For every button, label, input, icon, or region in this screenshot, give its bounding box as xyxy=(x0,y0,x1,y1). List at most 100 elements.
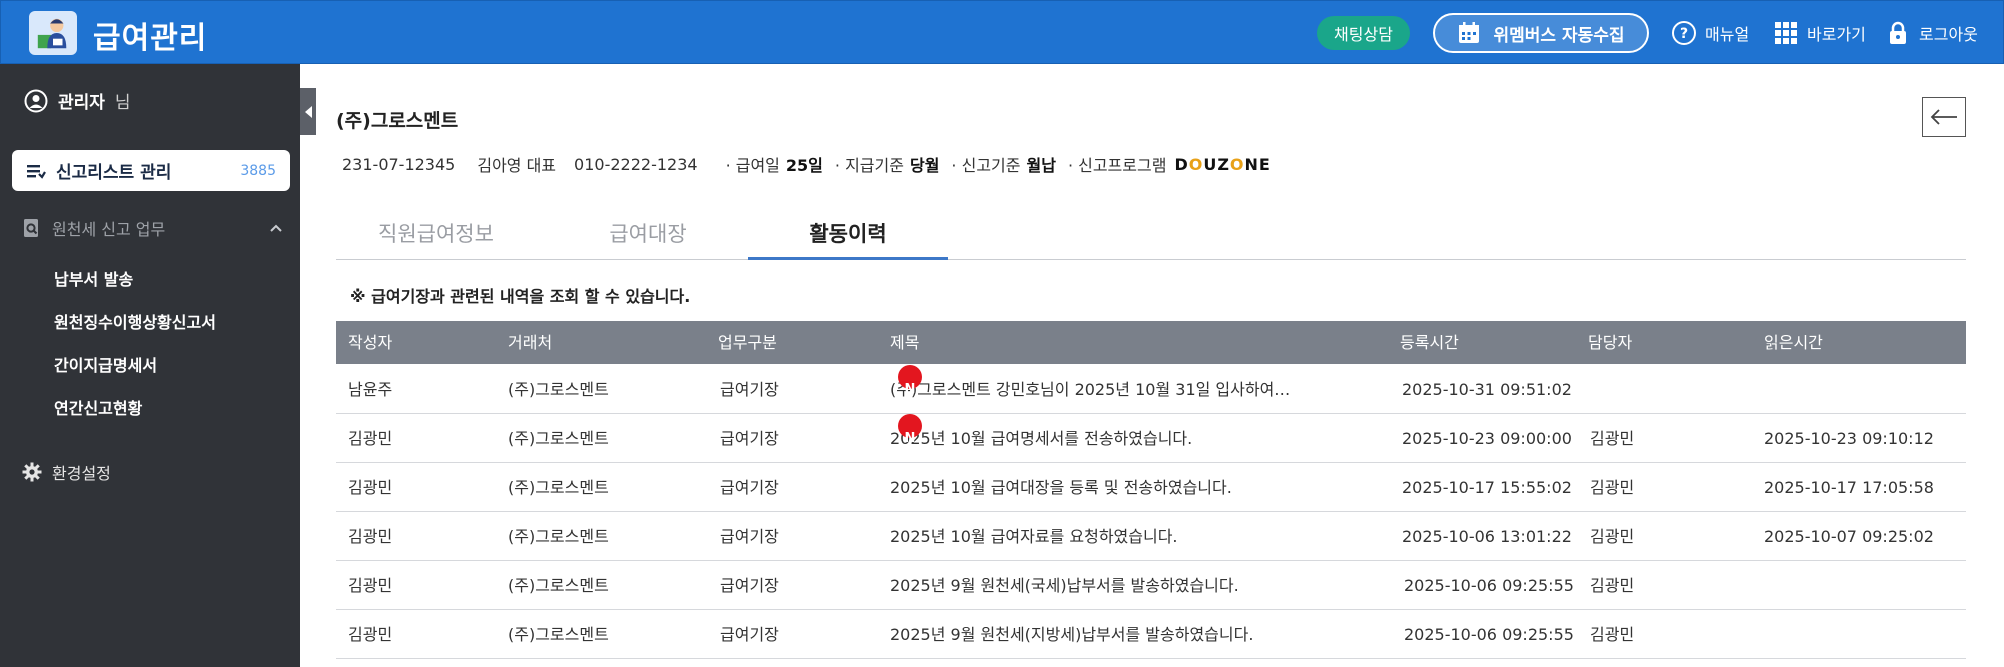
app-title: 급여관리 xyxy=(93,21,208,56)
cell-read: 2025-10-23 09:10:12 xyxy=(1764,429,1934,448)
gear-icon xyxy=(22,462,42,482)
cell-read: 2025-10-17 17:05:58 xyxy=(1764,478,1934,497)
table-row[interactable]: 김광민 (주)그로스멘트 급여기장 2025년 10월 급여자료를 요청하였습니… xyxy=(336,512,1966,561)
sidebar-section-withholding[interactable]: 원천세 신고 업무 xyxy=(22,215,284,241)
sidebar-item-simple-statement[interactable]: 간이지급명세서 xyxy=(54,352,157,376)
cell-client: (주)그로스멘트 xyxy=(508,429,609,448)
sidebar-item-settings[interactable]: 환경설정 xyxy=(22,460,111,484)
table-row[interactable]: 김광민 (주)그로스멘트 급여기장 2025년 9월 원천세(국세)납부서를 발… xyxy=(336,561,1966,610)
shortcut-link[interactable]: 바로가기 xyxy=(1773,19,1866,47)
sidebar-item-report-list[interactable]: 신고리스트 관리 3885 xyxy=(12,150,290,191)
cell-writer: 김광민 xyxy=(348,429,393,448)
sidebar-section-label: 원천세 신고 업무 xyxy=(52,220,166,239)
cell-type: 급여기장 xyxy=(720,478,779,497)
grid-icon xyxy=(1775,22,1797,44)
settings-label: 환경설정 xyxy=(52,464,111,483)
cell-type: 급여기장 xyxy=(720,380,779,399)
cell-manager: 김광민 xyxy=(1590,478,1635,497)
cell-writer: 김광민 xyxy=(348,576,393,595)
company-info-bar: 231-07-12345 김아영 대표 010-2222-1234 · 급여일 … xyxy=(342,152,1271,176)
app-logo-icon[interactable] xyxy=(29,11,77,55)
admin-name: 관리자 xyxy=(58,93,105,113)
table-row[interactable]: 남윤주 (주)그로스멘트 급여기장 (주)그로스멘트 강민호님이 2025년 1… xyxy=(336,365,1966,414)
user-circle-icon xyxy=(24,89,48,112)
cell-client: (주)그로스멘트 xyxy=(508,625,609,644)
report-count-badge: 3885 xyxy=(240,162,276,179)
pay-basis-label: · 지급기준 xyxy=(834,156,904,175)
sidebar-item-annual-status[interactable]: 연간신고현황 xyxy=(54,395,142,419)
document-search-icon xyxy=(24,219,38,237)
cell-manager: 김광민 xyxy=(1590,527,1635,546)
arrow-left-icon xyxy=(1930,109,1957,125)
table-row[interactable]: 김광민 (주)그로스멘트 급여기장 2025년 9월 원천세(지방세)납부서를 … xyxy=(336,610,1966,659)
tab-payroll-ledger[interactable]: 급여대장 xyxy=(548,212,748,260)
cell-registered: 2025-10-31 09:51:02 xyxy=(1402,380,1572,399)
douzone-logo: DOUZONE xyxy=(1174,154,1271,174)
cell-title[interactable]: 2025년 10월 급여자료를 요청하였습니다. xyxy=(890,512,1178,561)
pay-day-label: · 급여일 xyxy=(725,156,780,175)
auto-collect-button[interactable]: 위멤버스 자동수집 xyxy=(1433,13,1649,53)
report-basis-value: 월납 xyxy=(1026,156,1056,175)
question-circle-icon: ? xyxy=(1672,21,1696,45)
pay-day-value: 25일 xyxy=(785,156,823,175)
chat-consult-button[interactable]: 채팅상담 xyxy=(1317,16,1410,50)
column-header: 거래처 xyxy=(508,333,553,352)
cell-registered: 2025-10-17 15:55:02 xyxy=(1402,478,1572,497)
caret-left-icon xyxy=(304,105,312,118)
lock-icon xyxy=(1890,21,1906,44)
business-number: 231-07-12345 xyxy=(342,154,456,174)
cell-read: 2025-10-07 09:25:02 xyxy=(1764,527,1934,546)
sidebar-item-label: 신고리스트 관리 xyxy=(56,163,172,183)
column-header: 담당자 xyxy=(1588,333,1633,352)
cell-writer: 김광민 xyxy=(348,625,393,644)
cell-title: 2025년 10월 급여명세서를 전송하였습니다. xyxy=(890,429,1193,448)
new-badge: N xyxy=(898,414,922,446)
auto-collect-label: 위멤버스 자동수집 xyxy=(1493,25,1625,46)
tab-employee-pay-info[interactable]: 직원급여정보 xyxy=(336,212,536,260)
manual-link[interactable]: ? 매뉴얼 xyxy=(1671,19,1749,47)
pay-basis-value: 당월 xyxy=(909,156,940,175)
cell-client: (주)그로스멘트 xyxy=(508,576,609,595)
list-icon xyxy=(27,164,46,179)
manual-label: 매뉴얼 xyxy=(1705,25,1750,44)
company-name: (주)그로스멘트 xyxy=(336,110,459,132)
cell-type: 급여기장 xyxy=(720,429,779,448)
back-button[interactable] xyxy=(1922,97,1966,137)
cell-type: 급여기장 xyxy=(720,576,779,595)
sidebar-collapse-toggle[interactable] xyxy=(300,88,316,135)
column-header: 읽은시간 xyxy=(1764,333,1823,352)
phone-number: 010-2222-1234 xyxy=(574,154,698,174)
tab-activity-history[interactable]: 활동이력 xyxy=(748,212,948,260)
cell-title[interactable]: 2025년 9월 원천세(지방세)납부서를 발송하였습니다. xyxy=(890,610,1253,659)
cell-manager: 김광민 xyxy=(1590,576,1635,595)
table-row[interactable]: 김광민 (주)그로스멘트 급여기장 2025년 10월 급여명세서를 전송하였습… xyxy=(336,414,1966,463)
cell-manager: 김광민 xyxy=(1590,625,1635,644)
notice-text: ※ 급여기장과 관련된 내역을 조회 할 수 있습니다. xyxy=(350,287,691,306)
cell-registered: 2025-10-23 09:00:00 xyxy=(1402,429,1572,448)
logout-label: 로그아웃 xyxy=(1919,25,1978,44)
admin-suffix: 님 xyxy=(114,93,131,113)
ceo-name: 김아영 대표 xyxy=(477,156,557,175)
cell-client: (주)그로스멘트 xyxy=(508,527,609,546)
cell-client: (주)그로스멘트 xyxy=(508,478,609,497)
cell-type: 급여기장 xyxy=(720,527,779,546)
table-row[interactable]: 김광민 (주)그로스멘트 급여기장 2025년 10월 급여대장을 등록 및 전… xyxy=(336,463,1966,512)
svg-text:?: ? xyxy=(1680,26,1688,42)
logout-link[interactable]: 로그아웃 xyxy=(1885,19,1978,47)
cell-title[interactable]: 2025년 9월 원천세(국세)납부서를 발송하였습니다. xyxy=(890,561,1239,610)
cell-manager: 김광민 xyxy=(1590,429,1635,448)
cell-title[interactable]: 2025년 10월 급여대장을 등록 및 전송하였습니다. xyxy=(890,463,1232,512)
column-header: 업무구분 xyxy=(718,333,777,352)
cell-client: (주)그로스멘트 xyxy=(508,380,609,399)
cell-writer: 김광민 xyxy=(348,527,393,546)
column-header: 작성자 xyxy=(348,333,393,352)
chevron-up-icon[interactable] xyxy=(268,220,284,236)
column-header: 제목 xyxy=(890,333,920,352)
calendar-icon xyxy=(1459,22,1480,43)
sidebar-item-withholding-report[interactable]: 원천징수이행상황신고서 xyxy=(54,309,216,333)
sidebar-item-payment-send[interactable]: 납부서 발송 xyxy=(54,266,133,290)
cell-registered: 2025-10-06 09:25:55 xyxy=(1404,576,1574,595)
cell-title: (주)그로스멘트 강민호님이 2025년 10월 31일 입사하여… xyxy=(890,380,1291,399)
report-basis-label: · 신고기준 xyxy=(951,156,1021,175)
admin-profile: 관리자 님 xyxy=(24,88,131,113)
